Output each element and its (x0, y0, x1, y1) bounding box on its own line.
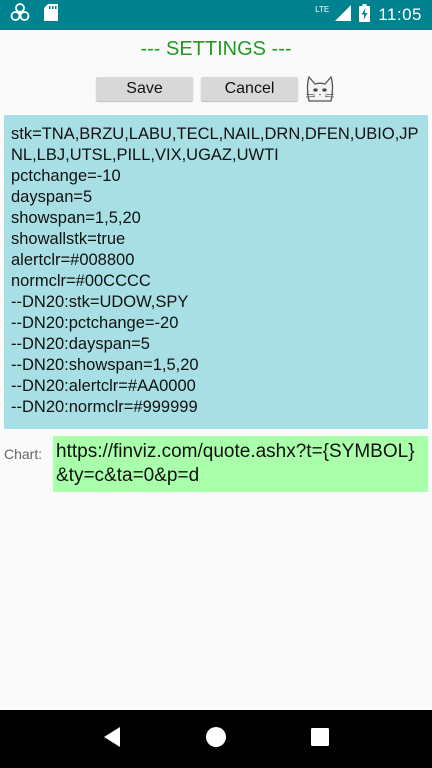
cancel-button[interactable]: Cancel (201, 77, 298, 101)
config-line-normclr: normclr=#00CCCC (11, 272, 151, 290)
chart-label: Chart: (4, 446, 43, 462)
biohazard-icon (10, 2, 30, 28)
config-line-dn20-stk: --DN20:stk=UDOW,SPY (11, 293, 189, 311)
config-line-dn20-normclr: --DN20:normclr=#999999 (11, 398, 198, 416)
navigation-bar (0, 710, 432, 768)
config-line-dn20-dayspan: --DN20:dayspan=5 (11, 335, 150, 353)
sd-card-icon (44, 4, 58, 26)
button-row: Save Cancel (96, 75, 336, 103)
cat-icon[interactable] (304, 75, 336, 103)
config-line-dn20-showspan: --DN20:showspan=1,5,20 (11, 356, 199, 374)
home-icon[interactable] (205, 726, 227, 753)
config-line-dn20-pctchange: --DN20:pctchange=-20 (11, 314, 179, 332)
config-line-showallstk: showallstk=true (11, 230, 126, 248)
recents-icon[interactable] (310, 727, 330, 752)
config-line-dayspan: dayspan=5 (11, 188, 93, 206)
status-bar: LTE 11:05 (0, 0, 432, 30)
config-line-alertclr: alertclr=#008800 (11, 251, 135, 269)
config-line-pctchange: pctchange=-10 (11, 167, 121, 185)
signal-icon (335, 4, 352, 26)
back-icon[interactable] (102, 726, 122, 753)
chart-url-input[interactable]: https://finviz.com/quote.ashx?t={SYMBOL}… (53, 436, 428, 492)
config-line-stk: stk=TNA,BRZU,LABU,TECL,NAIL,DRN,DFEN,UBI… (11, 125, 419, 164)
config-textarea[interactable]: stk=TNA,BRZU,LABU,TECL,NAIL,DRN,DFEN,UBI… (4, 115, 428, 429)
network-type: LTE (315, 4, 330, 14)
config-line-dn20-alertclr: --DN20:alertclr=#AA0000 (11, 377, 196, 395)
page-title: --- SETTINGS --- (140, 38, 292, 60)
battery-charging-icon (359, 3, 371, 27)
save-button[interactable]: Save (96, 77, 193, 101)
config-line-showspan: showspan=1,5,20 (11, 209, 141, 227)
clock: 11:05 (378, 5, 422, 24)
